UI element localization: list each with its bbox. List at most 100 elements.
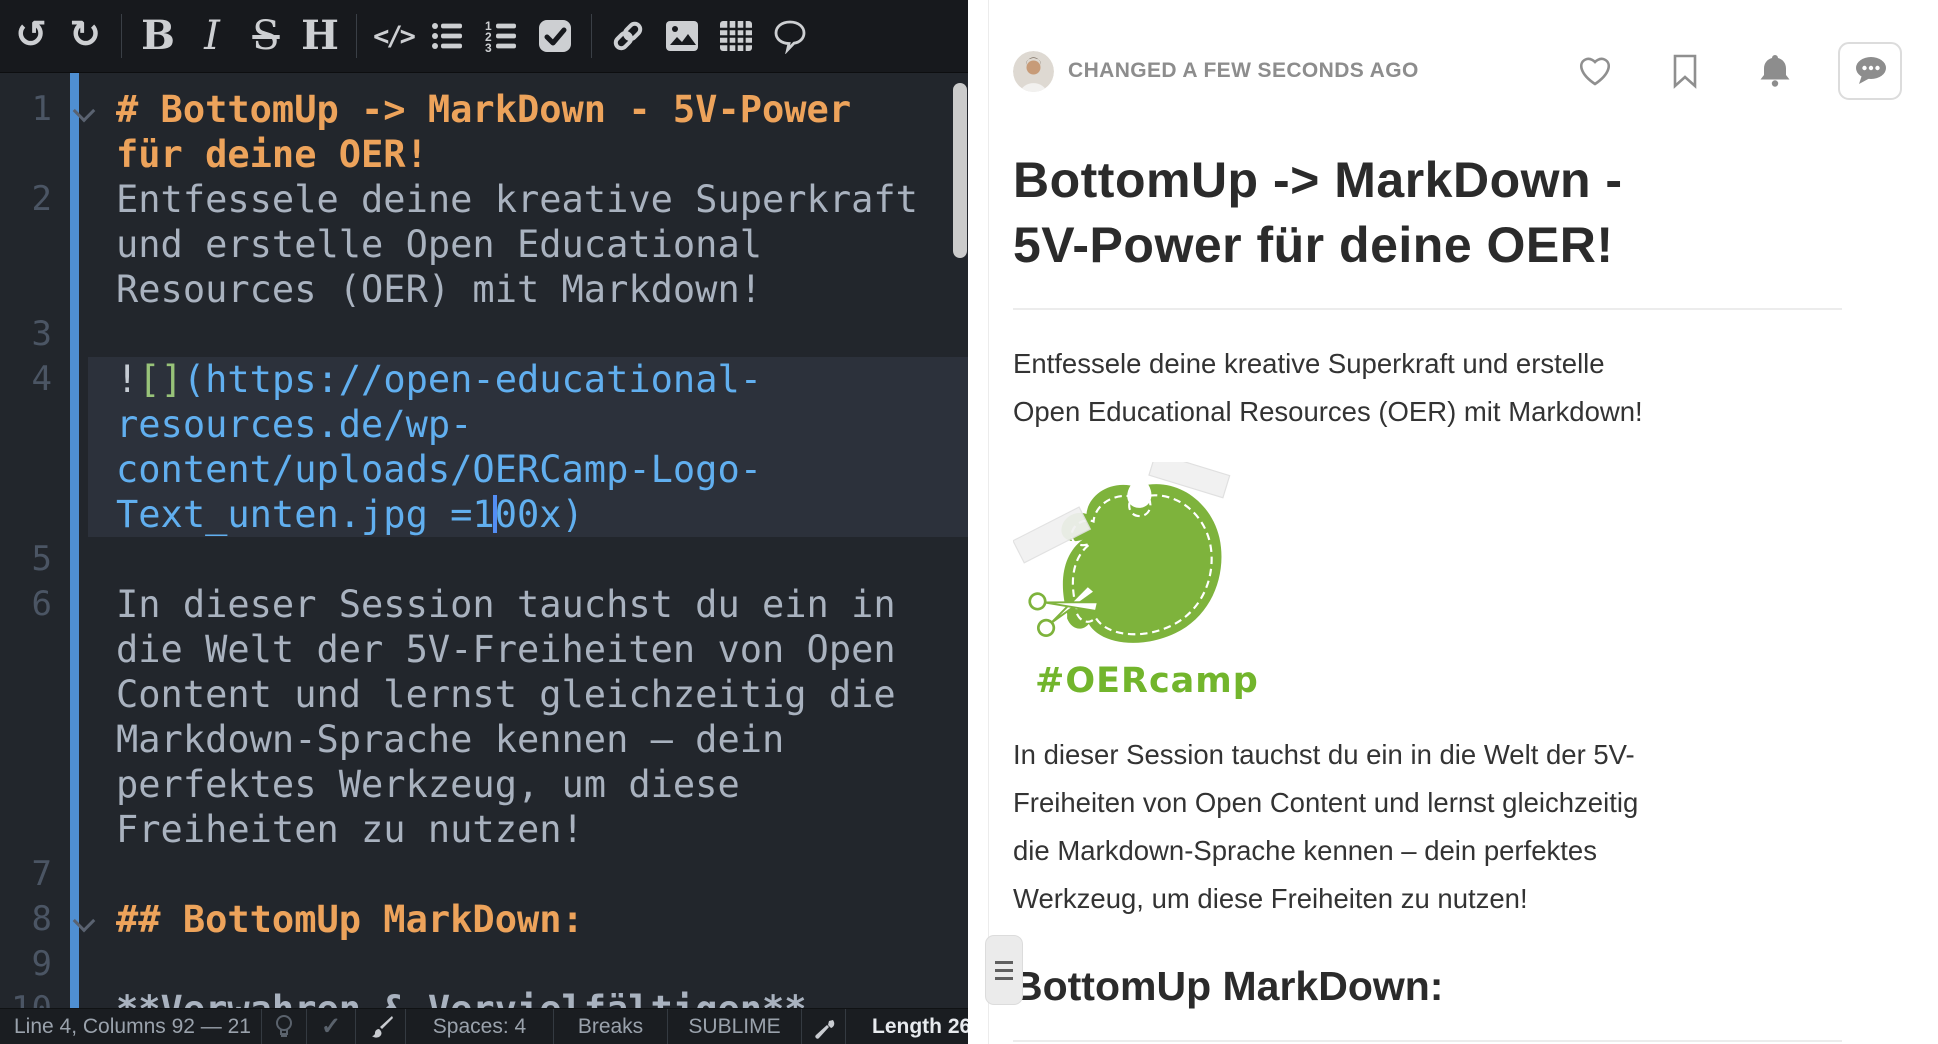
oercamp-logo-image: #OERcamp: [1013, 462, 1842, 701]
fold-spacer: [52, 537, 108, 582]
status-bar: Line 4, Columns 92 — 21 ✓ Spaces: 4 Brea…: [0, 1008, 968, 1044]
editor-visual-row[interactable]: 10**Verwahren & Vervielfältigen**: [0, 987, 968, 1008]
italic-button[interactable]: I: [185, 8, 239, 64]
indent-setting[interactable]: Spaces: 4: [406, 1009, 554, 1044]
editor-visual-row[interactable]: und erstelle Open Educational: [0, 222, 968, 267]
editor-visual-row[interactable]: 2Entfessele deine kreative Superkraft: [0, 177, 968, 222]
check-list-button[interactable]: [528, 8, 582, 64]
editor-visual-row[interactable]: Resources (OER) mit Markdown!: [0, 267, 968, 312]
code-text: ![](https://open-educational-: [108, 357, 968, 402]
code-text: für deine OER!: [108, 132, 968, 177]
italic-icon: I: [204, 16, 220, 56]
code-text: und erstelle Open Educational: [108, 222, 968, 267]
title-rule: [1013, 308, 1842, 310]
line-number: [0, 492, 52, 537]
logo-flame: [1061, 484, 1221, 643]
editor-visual-row[interactable]: 6In dieser Session tauchst du ein in: [0, 582, 968, 627]
editor-visual-row[interactable]: 3: [0, 312, 968, 357]
editor-visual-row[interactable]: 1# BottomUp -> MarkDown - 5V-Power: [0, 87, 968, 132]
svg-text:3: 3: [485, 41, 492, 53]
ordered-list-button[interactable]: 123: [474, 8, 528, 64]
bold-icon: B: [141, 16, 175, 56]
pane-divider[interactable]: [968, 0, 988, 1044]
editor-visual-row[interactable]: Markdown-Sprache kennen – dein: [0, 717, 968, 762]
editor-visual-row[interactable]: Content und lernst gleichzeitig die: [0, 672, 968, 717]
fold-spacer: [52, 492, 108, 537]
editor-visual-row[interactable]: perfektes Werkzeug, um diese: [0, 762, 968, 807]
link-button[interactable]: [601, 8, 655, 64]
code-button[interactable]: </>: [366, 8, 420, 64]
editor-visual-row[interactable]: die Welt der 5V-Freiheiten von Open: [0, 627, 968, 672]
editor-visual-row[interactable]: 5: [0, 537, 968, 582]
line-number: 2: [0, 177, 52, 222]
editor-body[interactable]: 1# BottomUp -> MarkDown - 5V-Powerfür de…: [0, 73, 968, 1008]
line-number: 5: [0, 537, 52, 582]
code-text: die Welt der 5V-Freiheiten von Open: [108, 627, 968, 672]
editor-visual-row[interactable]: 8## BottomUp MarkDown:: [0, 897, 968, 942]
fold-spacer: [52, 942, 108, 987]
code-text: resources.de/wp-: [108, 402, 968, 447]
editor-visual-row[interactable]: Text_unten.jpg =100x): [0, 492, 968, 537]
fold-spacer: [52, 312, 108, 357]
line-number: [0, 447, 52, 492]
editor-visual-row[interactable]: 4![](https://open-educational-: [0, 357, 968, 402]
editor-visual-row[interactable]: content/uploads/OERCamp-Logo-: [0, 447, 968, 492]
fold-spacer: [52, 357, 108, 402]
line-number: [0, 807, 52, 852]
fold-chevron-icon[interactable]: [52, 87, 108, 132]
fold-spacer: [52, 627, 108, 672]
line-number: 3: [0, 312, 52, 357]
intro-paragraph: Entfessele deine kreative Superkraft und…: [1013, 340, 1842, 436]
editor-visual-row[interactable]: für deine OER!: [0, 132, 968, 177]
bold-button[interactable]: B: [131, 8, 185, 64]
toolbar-separator: [591, 14, 592, 58]
editor-visual-row[interactable]: 7: [0, 852, 968, 897]
fold-spacer: [52, 222, 108, 267]
editor-visual-row[interactable]: Freiheiten zu nutzen!: [0, 807, 968, 852]
line-number: [0, 672, 52, 717]
fold-spacer: [52, 447, 108, 492]
code-text: Content und lernst gleichzeitig die: [108, 672, 968, 717]
heart-icon[interactable]: [1576, 53, 1614, 89]
fold-spacer: [52, 132, 108, 177]
code-lines[interactable]: 1# BottomUp -> MarkDown - 5V-Powerfür de…: [0, 73, 968, 1008]
comment-button[interactable]: [1838, 42, 1902, 100]
fold-spacer: [52, 267, 108, 312]
bookmark-icon[interactable]: [1670, 53, 1700, 89]
code-text: [108, 942, 968, 987]
line-number: [0, 402, 52, 447]
code-text: [108, 537, 968, 582]
code-text: Text_unten.jpg =100x): [108, 492, 968, 537]
editor-visual-row[interactable]: 9: [0, 942, 968, 987]
preview-heading2: BottomUp MarkDown:: [1013, 963, 1842, 1010]
last-changed-label: CHANGED A FEW SECONDS AGO: [1068, 59, 1419, 83]
unordered-list-button[interactable]: [420, 8, 474, 64]
toolbar-separator: [121, 14, 122, 58]
line-number: 8: [0, 897, 52, 942]
lightbulb-icon[interactable]: [262, 1009, 307, 1044]
preview-body: BottomUp -> MarkDown - 5V-Power für dein…: [1013, 148, 1938, 1042]
fold-chevron-icon[interactable]: [52, 897, 108, 942]
check-status-icon[interactable]: ✓: [307, 1009, 356, 1044]
logo-caption: #OERcamp: [1035, 661, 1842, 701]
table-button[interactable]: [709, 8, 763, 64]
editor-scrollbar-thumb[interactable]: [953, 83, 967, 258]
wrench-icon[interactable]: [802, 1009, 846, 1044]
bell-icon[interactable]: [1756, 52, 1794, 90]
comment-button[interactable]: [763, 8, 817, 64]
code-text: perfektes Werkzeug, um diese: [108, 762, 968, 807]
undo-button[interactable]: ↺: [4, 8, 58, 64]
keymap-setting[interactable]: SUBLIME: [668, 1009, 802, 1044]
fold-spacer: [52, 852, 108, 897]
pane-drag-handle[interactable]: [985, 935, 1023, 1005]
code-text: [108, 312, 968, 357]
preview-title: BottomUp -> MarkDown - 5V-Power für dein…: [1013, 148, 1842, 278]
heading-button[interactable]: H: [293, 8, 347, 64]
redo-button[interactable]: ↻: [58, 8, 112, 64]
strikethrough-button[interactable]: S: [239, 8, 293, 64]
brush-icon[interactable]: [356, 1009, 406, 1044]
image-button[interactable]: [655, 8, 709, 64]
editor-visual-row[interactable]: resources.de/wp-: [0, 402, 968, 447]
linebreaks-setting[interactable]: Breaks: [554, 1009, 668, 1044]
toolbar-separator: [356, 14, 357, 58]
